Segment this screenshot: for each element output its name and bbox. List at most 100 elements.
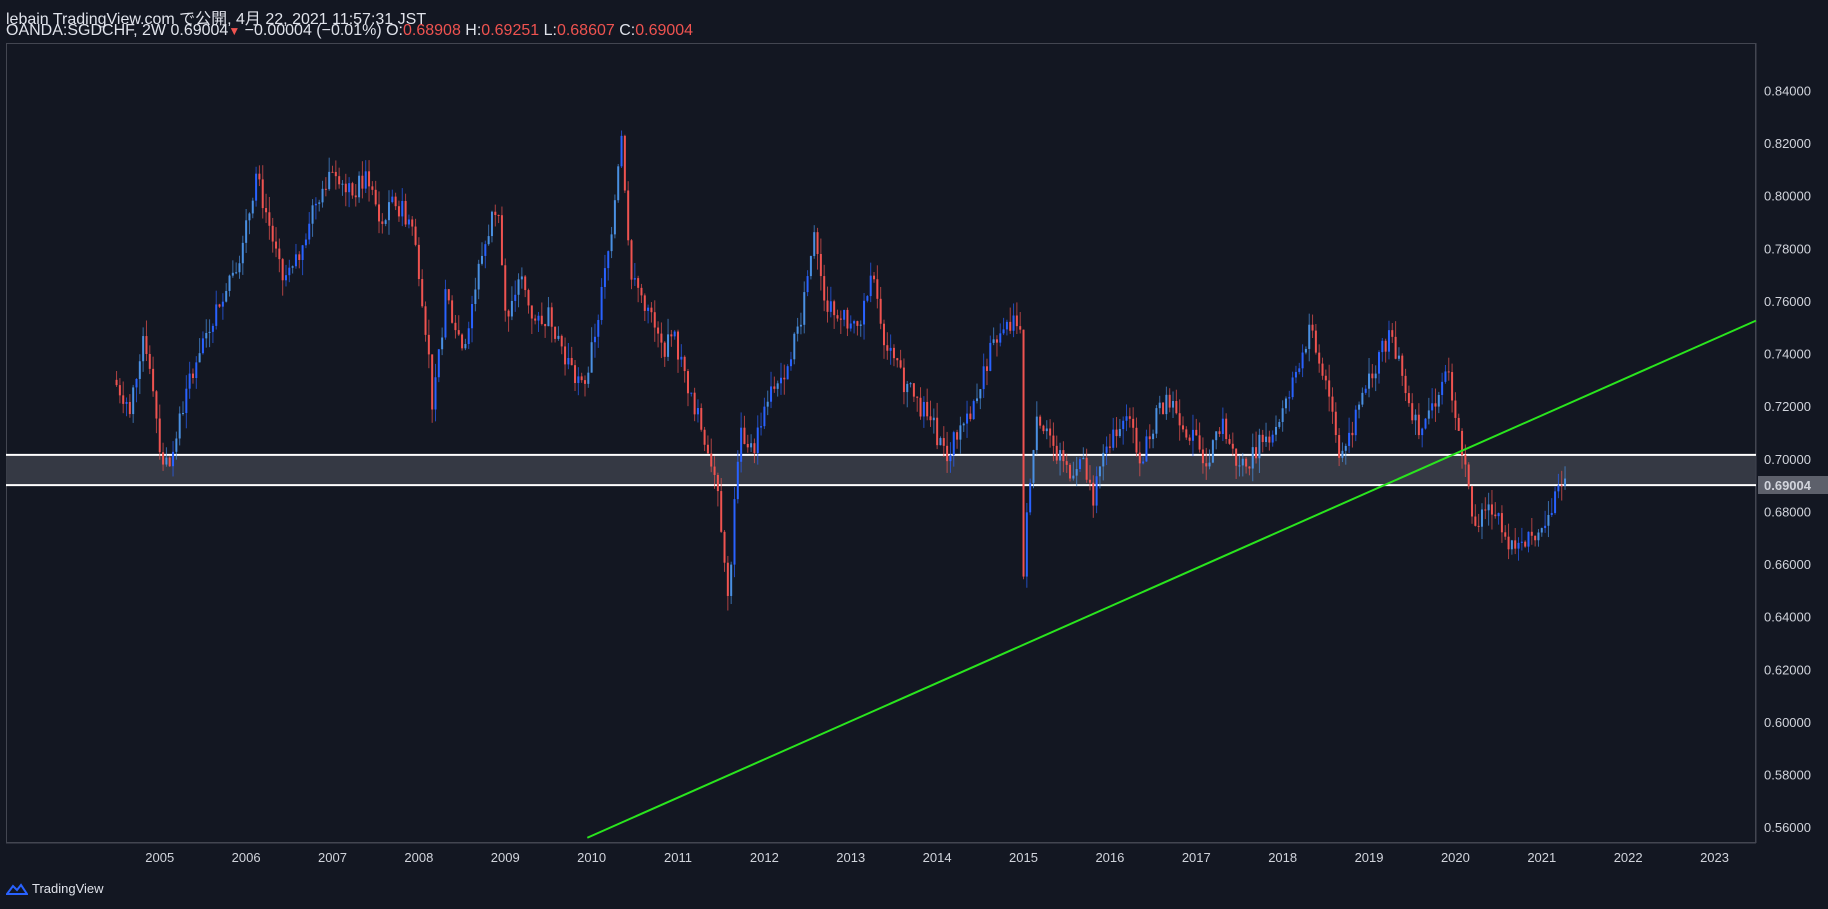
- candle-body: [1178, 413, 1181, 426]
- x-tick-label: 2012: [750, 850, 779, 865]
- candle-body: [1361, 392, 1364, 405]
- candle-body: [966, 413, 969, 424]
- footer-brand[interactable]: TradingView: [6, 881, 104, 896]
- candle-body: [912, 383, 915, 397]
- candle-body: [580, 376, 583, 381]
- candle-body: [620, 135, 623, 167]
- candle-body: [1381, 340, 1384, 353]
- price-chart[interactable]: 0.56000 0.58000 0.60000 0.62000 0.64000 0.660…: [0, 0, 1828, 909]
- candle-body: [733, 499, 736, 565]
- candle-body: [524, 276, 527, 291]
- candle-body: [437, 349, 440, 378]
- candle-body: [1504, 532, 1507, 537]
- candle-body: [1527, 531, 1530, 547]
- candle-body: [1387, 330, 1390, 352]
- candle-body: [168, 457, 171, 467]
- candle-body: [384, 220, 387, 224]
- candle-body: [640, 287, 643, 296]
- candle-body: [1078, 459, 1081, 470]
- candle-body: [1351, 432, 1354, 436]
- candle-body: [401, 200, 404, 217]
- support-zone[interactable]: [6, 454, 1756, 486]
- candle-body: [1181, 425, 1184, 430]
- candle-body: [1564, 478, 1567, 486]
- candle-body: [846, 309, 849, 329]
- candle-body: [1547, 514, 1550, 526]
- candle-body: [1198, 435, 1201, 450]
- candle-body: [1201, 449, 1204, 464]
- candle-body: [1162, 402, 1165, 415]
- candle-body: [540, 315, 543, 324]
- candle-body: [490, 211, 493, 237]
- candle-body: [653, 312, 656, 328]
- candle-body: [746, 443, 749, 448]
- candle-body: [799, 324, 802, 327]
- candle-body: [1158, 402, 1161, 409]
- candle-body: [680, 356, 683, 360]
- candle-body: [926, 401, 929, 417]
- x-tick-label: 2013: [836, 850, 865, 865]
- candle-body: [358, 175, 361, 198]
- candle-body: [1334, 411, 1337, 436]
- x-tick-label: 2019: [1355, 850, 1384, 865]
- candle-body: [660, 333, 663, 343]
- candle-body: [155, 391, 158, 419]
- candle-body: [942, 438, 945, 446]
- candle-body: [1474, 516, 1477, 526]
- candle-body: [211, 325, 214, 332]
- candle-body: [936, 417, 939, 446]
- candle-body: [710, 453, 713, 467]
- candle-body: [1507, 536, 1510, 550]
- candle-body: [1477, 525, 1480, 527]
- candle-body: [1275, 426, 1278, 435]
- candle-body: [397, 206, 400, 217]
- candle-body: [969, 413, 972, 420]
- candle-body: [1125, 416, 1128, 421]
- candle-body: [773, 386, 776, 389]
- candle-body: [1095, 476, 1098, 506]
- candle-body: [690, 392, 693, 394]
- candle-body: [866, 296, 869, 301]
- candle-body: [1368, 373, 1371, 389]
- candle-body: [743, 427, 746, 444]
- candle-body: [1072, 475, 1075, 479]
- candle-body: [696, 408, 699, 415]
- candle-body: [985, 366, 988, 371]
- y-tick-label: 0.64000: [1764, 610, 1811, 625]
- candle-body: [1092, 482, 1095, 506]
- candle-body: [514, 294, 517, 301]
- candle-body: [417, 244, 420, 280]
- y-tick-label: 0.80000: [1764, 189, 1811, 204]
- candle-body: [1088, 479, 1091, 483]
- candle-body: [1534, 535, 1537, 541]
- candle-body: [1344, 445, 1347, 451]
- candle-body: [368, 171, 371, 187]
- candle-body: [464, 344, 467, 349]
- candle-body: [1431, 403, 1434, 411]
- candle-body: [1487, 504, 1490, 511]
- candle-body: [1075, 469, 1078, 476]
- candle-body: [1012, 315, 1015, 331]
- candle-body: [1358, 404, 1361, 410]
- candle-body: [145, 336, 148, 354]
- candle-body: [374, 189, 377, 205]
- candle-body: [231, 272, 234, 276]
- candle-body: [1145, 436, 1148, 462]
- trendline[interactable]: [586, 319, 1757, 839]
- candle-body: [1397, 355, 1400, 359]
- candle-body: [1371, 373, 1374, 379]
- candle-body: [1304, 348, 1307, 353]
- candle-body: [1098, 466, 1101, 477]
- candle-body: [1467, 464, 1470, 487]
- candle-body: [550, 307, 553, 327]
- candle-body: [849, 323, 852, 329]
- candle-body: [1301, 352, 1304, 369]
- candle-body: [992, 339, 995, 343]
- candle-body: [225, 290, 228, 302]
- candle-body: [547, 307, 550, 327]
- candle-body: [1331, 396, 1334, 412]
- candle-body: [1540, 528, 1543, 533]
- candle-body: [1238, 465, 1241, 467]
- x-tick-label: 2018: [1268, 850, 1297, 865]
- candle-body: [424, 306, 427, 335]
